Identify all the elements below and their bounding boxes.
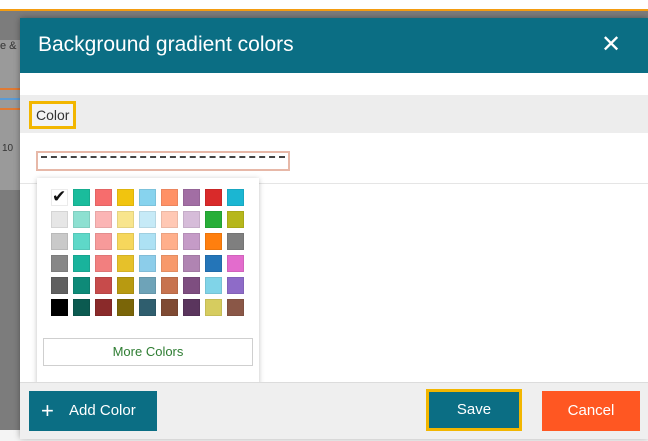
color-swatch[interactable] <box>95 299 112 316</box>
color-swatch[interactable] <box>73 299 90 316</box>
background-text-snippet: 10 <box>2 143 14 154</box>
color-swatch[interactable] <box>139 277 156 294</box>
color-swatch[interactable] <box>139 299 156 316</box>
background-topbar <box>0 0 648 11</box>
color-palette-popup: More Colors <box>37 178 259 384</box>
color-input-row <box>20 133 648 184</box>
more-colors-button[interactable]: More Colors <box>43 338 253 366</box>
color-swatch[interactable] <box>51 255 68 272</box>
color-swatch[interactable] <box>117 299 134 316</box>
color-swatch[interactable] <box>117 233 134 250</box>
swatch-grid <box>51 187 244 316</box>
color-swatch[interactable] <box>117 189 134 206</box>
save-button[interactable]: Save <box>426 389 522 431</box>
color-swatch[interactable] <box>73 189 90 206</box>
color-swatch[interactable] <box>73 211 90 228</box>
color-input-value <box>41 156 285 158</box>
color-section-bar: Color <box>20 95 648 133</box>
color-swatch[interactable] <box>205 211 222 228</box>
color-swatch[interactable] <box>227 255 244 272</box>
color-swatch[interactable] <box>117 277 134 294</box>
color-swatch[interactable] <box>139 189 156 206</box>
color-swatch[interactable] <box>205 189 222 206</box>
color-swatch[interactable] <box>117 211 134 228</box>
color-swatch[interactable] <box>161 233 178 250</box>
background-stripe <box>0 98 20 100</box>
color-swatch[interactable] <box>161 277 178 294</box>
color-swatch[interactable] <box>227 299 244 316</box>
color-swatch[interactable] <box>227 211 244 228</box>
color-swatch[interactable] <box>73 233 90 250</box>
color-swatch[interactable] <box>117 255 134 272</box>
color-swatch[interactable] <box>95 277 112 294</box>
color-swatch[interactable] <box>73 277 90 294</box>
color-swatch[interactable] <box>183 211 200 228</box>
color-swatch[interactable] <box>183 299 200 316</box>
color-swatch[interactable] <box>161 255 178 272</box>
color-input[interactable] <box>36 151 290 171</box>
close-button[interactable]: ✕ <box>598 32 624 58</box>
gradient-colors-modal: Background gradient colors ✕ Color More … <box>20 18 648 439</box>
add-color-button[interactable]: + Add Color <box>29 391 157 431</box>
color-swatch[interactable] <box>51 233 68 250</box>
plus-icon: + <box>41 398 54 423</box>
color-swatch[interactable] <box>95 255 112 272</box>
color-swatch[interactable] <box>95 211 112 228</box>
add-color-label: Add Color <box>69 402 136 419</box>
color-swatch[interactable] <box>95 233 112 250</box>
color-swatch[interactable] <box>161 189 178 206</box>
close-icon: ✕ <box>600 31 622 58</box>
color-section-label: Color <box>29 101 77 129</box>
color-swatch[interactable] <box>161 299 178 316</box>
background-text-snippet: e & <box>0 40 17 52</box>
color-swatch[interactable] <box>51 187 68 207</box>
color-swatch[interactable] <box>73 255 90 272</box>
color-swatch[interactable] <box>51 277 68 294</box>
modal-footer: + Add Color Save Cancel <box>20 382 648 439</box>
modal-header: Background gradient colors ✕ <box>20 18 648 73</box>
color-swatch[interactable] <box>95 189 112 206</box>
color-swatch[interactable] <box>227 277 244 294</box>
cancel-button[interactable]: Cancel <box>542 391 640 431</box>
color-swatch[interactable] <box>51 211 68 228</box>
color-swatch[interactable] <box>183 233 200 250</box>
color-swatch[interactable] <box>183 255 200 272</box>
color-swatch[interactable] <box>205 299 222 316</box>
color-swatch[interactable] <box>183 277 200 294</box>
modal-title: Background gradient colors <box>38 33 294 56</box>
color-swatch[interactable] <box>139 233 156 250</box>
color-swatch[interactable] <box>205 233 222 250</box>
color-swatch[interactable] <box>139 255 156 272</box>
color-swatch[interactable] <box>183 189 200 206</box>
color-swatch[interactable] <box>161 211 178 228</box>
color-swatch[interactable] <box>227 189 244 206</box>
color-swatch[interactable] <box>51 299 68 316</box>
color-swatch[interactable] <box>227 233 244 250</box>
color-swatch[interactable] <box>139 211 156 228</box>
color-swatch[interactable] <box>205 255 222 272</box>
color-swatch[interactable] <box>205 277 222 294</box>
background-panel <box>0 40 20 190</box>
background-stripe <box>0 88 20 90</box>
background-stripe <box>0 108 20 110</box>
